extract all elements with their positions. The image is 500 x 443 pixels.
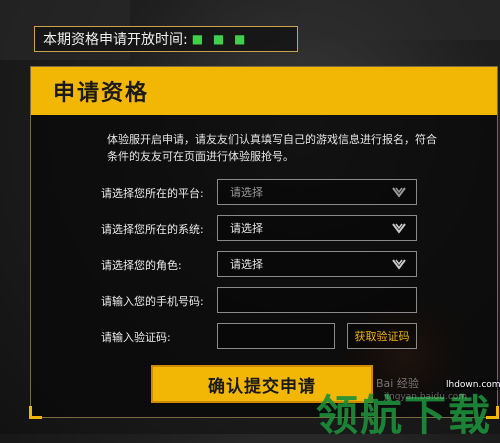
intro-text: 体验服开启申请，请友友们认真填写自己的游戏信息进行报名，符合条件的友友可在页面进…: [107, 133, 437, 163]
system-row: 请选择您所在的系统: 请选择: [101, 215, 451, 243]
platform-select[interactable]: 请选择: [217, 179, 417, 205]
role-row: 请选择您的角色: 请选择: [101, 251, 451, 279]
submit-button-label: 确认提交申请: [208, 376, 316, 397]
panel-title: 申请资格: [53, 81, 150, 106]
panel-header: 申请资格: [31, 67, 497, 115]
watermark-baidu: Bai 经验: [376, 377, 419, 390]
application-time-label: 本期资格申请开放时间:: [43, 32, 188, 48]
phone-label: 请输入您的手机号码:: [101, 295, 204, 308]
application-panel: 申请资格 体验服开启申请，请友友们认真填写自己的游戏信息进行报名，符合条件的友友…: [29, 66, 499, 419]
platform-label: 请选择您所在的平台:: [101, 187, 204, 200]
platform-row: 请选择您所在的平台: 请选择: [101, 179, 451, 207]
phone-row: 请输入您的手机号码:: [101, 287, 451, 315]
code-row: 请输入验证码: 获取验证码: [101, 323, 451, 351]
role-label: 请选择您的角色:: [101, 259, 182, 272]
watermark-lhdown-url: lhdown.com: [444, 380, 500, 390]
code-label: 请输入验证码:: [101, 331, 171, 344]
background-ruin: [300, 0, 500, 40]
system-select-value: 请选择: [230, 222, 263, 235]
corner-decoration: [29, 406, 42, 419]
application-time-bar: 本期资格申请开放时间: ■ ■ ■: [34, 26, 298, 52]
code-input[interactable]: [217, 323, 335, 349]
watermark-baidu-url: jingyan.baidu.com: [384, 392, 468, 402]
chevron-down-icon: [392, 259, 406, 270]
platform-select-value: 请选择: [230, 186, 263, 199]
application-time-value: ■ ■ ■: [191, 32, 249, 46]
role-select[interactable]: 请选择: [217, 251, 417, 277]
get-code-button[interactable]: 获取验证码: [347, 323, 417, 349]
chevron-down-icon: [392, 187, 406, 198]
role-select-value: 请选择: [230, 258, 263, 271]
system-label: 请选择您所在的系统:: [101, 223, 204, 236]
chevron-down-icon: [392, 223, 406, 234]
phone-input[interactable]: [217, 287, 417, 313]
system-select[interactable]: 请选择: [217, 215, 417, 241]
